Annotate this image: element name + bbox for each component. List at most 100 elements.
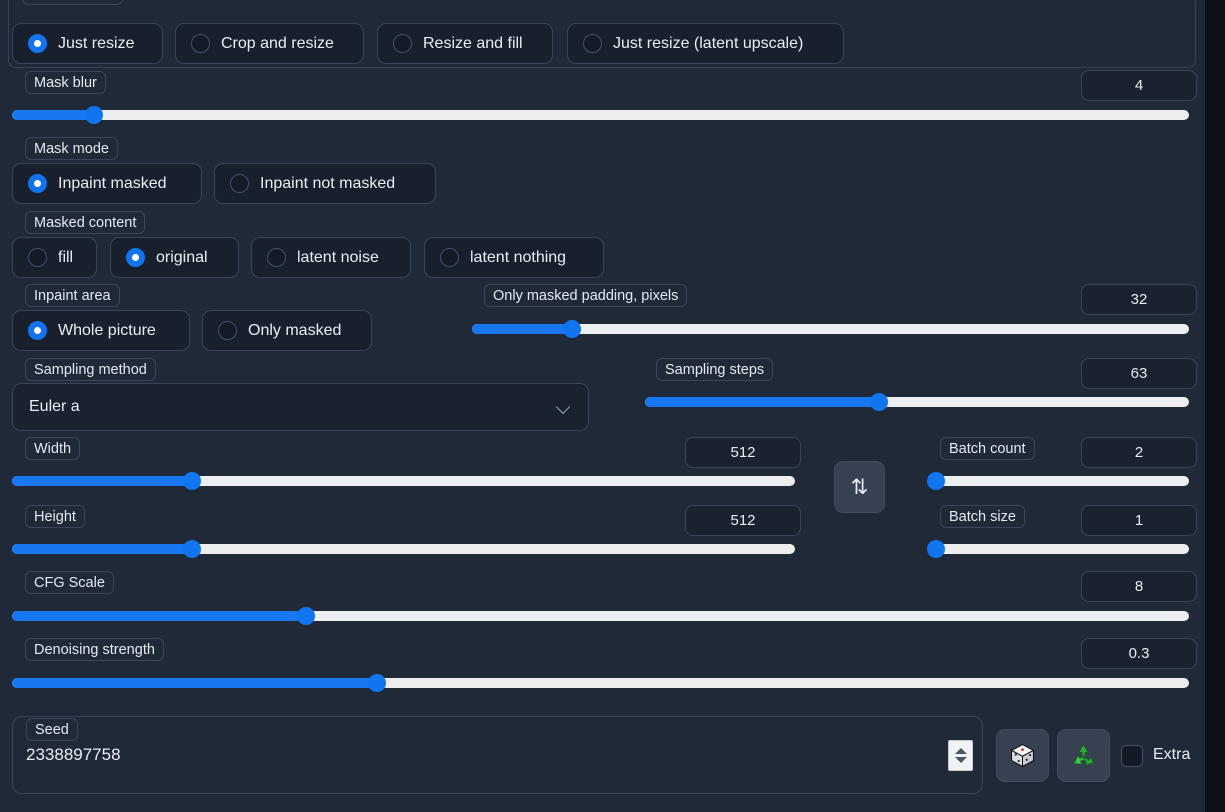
dice-icon [1010, 743, 1035, 768]
batch-size-slider[interactable] [926, 540, 1189, 558]
sampling-steps-label: Sampling steps [656, 358, 774, 381]
sampling-method-dropdown[interactable]: Euler a [12, 383, 589, 431]
mask-blur-label: Mask blur [25, 71, 106, 94]
resize-mode-option-label: Resize and fill [423, 34, 523, 52]
resize-mode-option-just-resize[interactable]: Just resize [12, 23, 163, 64]
masked-content-option-label: original [156, 248, 208, 266]
slider-fill [12, 544, 193, 554]
slider-fill [472, 324, 573, 334]
inpaint-area-group-label: Inpaint area [25, 284, 120, 307]
stepper-down-icon[interactable] [954, 757, 967, 763]
slider-fill [12, 678, 377, 688]
slider-track [12, 110, 1189, 120]
slider-fill [645, 397, 879, 407]
mask-blur-slider[interactable] [12, 106, 1189, 124]
masked-content-option-label: latent nothing [470, 248, 567, 266]
height-value-input[interactable]: 512 [685, 505, 801, 536]
resize-mode-option-just-resize-latent-upscale[interactable]: Just resize (latent upscale) [567, 23, 844, 64]
denoising-strength-label: Denoising strength [25, 638, 164, 661]
stepper-up-icon[interactable] [954, 748, 967, 754]
cfg-scale-value-input[interactable]: 8 [1081, 571, 1197, 602]
slider-knob[interactable] [297, 607, 316, 625]
radio-indicator-icon [393, 34, 412, 53]
only-masked-padding-value-input[interactable]: 32 [1081, 284, 1197, 315]
radio-indicator-icon [230, 174, 249, 193]
resize-mode-option-label: Just resize [58, 34, 135, 52]
denoising-strength-value-input[interactable]: 0.3 [1081, 638, 1197, 669]
sampling-steps-value-input[interactable]: 63 [1081, 358, 1197, 389]
masked-content-option-latent-noise[interactable]: latent noise [251, 237, 411, 278]
batch-count-label: Batch count [940, 437, 1035, 460]
slider-knob[interactable] [869, 393, 888, 411]
resize-mode-option-resize-and-fill[interactable]: Resize and fill [377, 23, 553, 64]
masked-content-option-label: latent noise [297, 248, 379, 266]
cfg-scale-slider[interactable] [12, 607, 1189, 625]
slider-fill [12, 476, 193, 486]
inpaint-area-option-whole-picture[interactable]: Whole picture [12, 310, 190, 351]
width-value-input[interactable]: 512 [685, 437, 801, 468]
mask-mode-group-label: Mask mode [25, 137, 118, 160]
radio-indicator-icon [218, 321, 237, 340]
slider-fill [12, 611, 307, 621]
batch-size-value-input[interactable]: 1 [1081, 505, 1197, 536]
mask-mode-option-inpaint-not-masked[interactable]: Inpaint not masked [214, 163, 436, 204]
radio-indicator-icon [28, 248, 47, 267]
mask-mode-option-label: Inpaint not masked [260, 174, 396, 192]
cfg-scale-label: CFG Scale [25, 571, 114, 594]
sampling-steps-slider[interactable] [645, 393, 1189, 411]
radio-indicator-icon [28, 34, 47, 53]
only-masked-padding-slider[interactable] [472, 320, 1189, 338]
width-slider[interactable] [12, 472, 795, 490]
extra-seed-checkbox-label: Extra [1153, 746, 1191, 763]
seed-field[interactable] [12, 716, 983, 794]
masked-content-option-original[interactable]: original [110, 237, 239, 278]
masked-content-group-label: Masked content [25, 211, 146, 234]
sampling-method-value: Euler a [29, 398, 80, 415]
resize-mode-option-label: Just resize (latent upscale) [613, 34, 804, 52]
sampling-method-label: Sampling method [25, 358, 156, 381]
mask-mode-option-inpaint-masked[interactable]: Inpaint masked [12, 163, 202, 204]
slider-track [928, 544, 1189, 554]
slider-fill [12, 110, 95, 120]
seed-value[interactable]: 2338897758 [26, 745, 121, 765]
radio-indicator-icon [191, 34, 210, 53]
radio-indicator-icon [440, 248, 459, 267]
slider-track [928, 476, 1189, 486]
batch-count-slider[interactable] [926, 472, 1189, 490]
slider-knob[interactable] [85, 106, 104, 124]
denoising-strength-slider[interactable] [12, 674, 1189, 692]
masked-content-option-fill[interactable]: fill [12, 237, 97, 278]
width-label: Width [25, 437, 81, 460]
inpaint-area-option-label: Whole picture [58, 321, 156, 339]
batch-size-label: Batch size [940, 505, 1025, 528]
inpaint-area-option-only-masked[interactable]: Only masked [202, 310, 372, 351]
seed-stepper[interactable] [948, 740, 973, 771]
slider-knob[interactable] [183, 472, 202, 490]
slider-knob[interactable] [367, 674, 386, 692]
radio-indicator-icon [583, 34, 602, 53]
resize-mode-option-label: Crop and resize [221, 34, 334, 52]
mask-blur-value-input[interactable]: 4 [1081, 70, 1197, 101]
seed-label: Seed [26, 718, 78, 741]
swap-dimensions-icon[interactable]: ⇅ [834, 461, 885, 513]
height-label: Height [25, 505, 85, 528]
img2img-inpaint-settings-panel: Resize mode Just resize Crop and resize … [0, 0, 1225, 812]
resize-mode-option-crop-and-resize[interactable]: Crop and resize [175, 23, 364, 64]
slider-knob[interactable] [183, 540, 202, 558]
slider-knob[interactable] [563, 320, 582, 338]
slider-knob[interactable] [926, 540, 945, 558]
recycle-icon [1073, 743, 1095, 766]
reuse-seed-button[interactable] [1057, 729, 1110, 782]
radio-indicator-icon [28, 174, 47, 193]
height-slider[interactable] [12, 540, 795, 558]
random-seed-button[interactable] [996, 729, 1049, 782]
radio-indicator-icon [126, 248, 145, 267]
slider-knob[interactable] [926, 472, 945, 490]
resize-mode-group-label: Resize mode [22, 0, 123, 5]
batch-count-value-input[interactable]: 2 [1081, 437, 1197, 468]
masked-content-option-latent-nothing[interactable]: latent nothing [424, 237, 604, 278]
radio-indicator-icon [28, 321, 47, 340]
extra-seed-checkbox[interactable] [1121, 745, 1143, 767]
swap-glyph: ⇅ [850, 475, 869, 499]
inpaint-area-option-label: Only masked [248, 321, 342, 339]
